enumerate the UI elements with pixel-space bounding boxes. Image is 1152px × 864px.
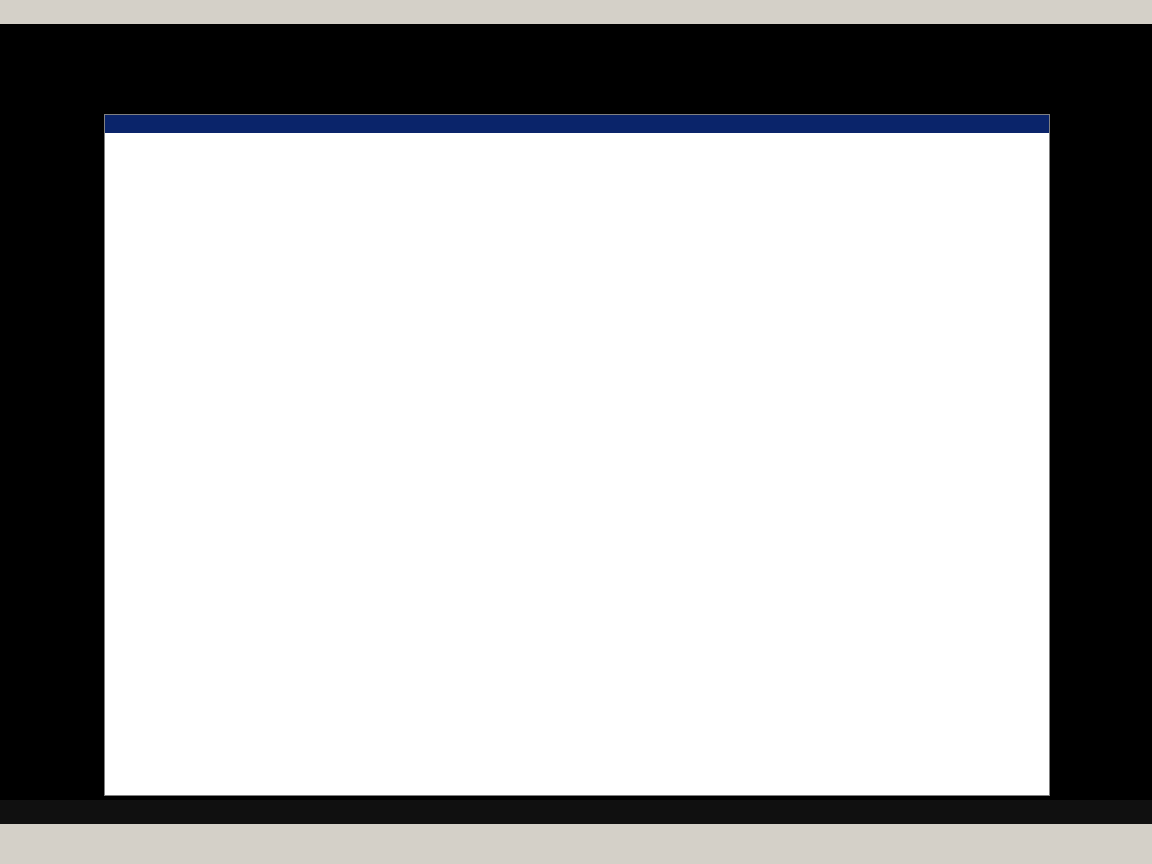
main-area xyxy=(0,24,1152,800)
status-bar xyxy=(0,800,1152,824)
dialog-body xyxy=(105,133,1049,149)
taskbar xyxy=(0,824,1152,864)
dialog-title xyxy=(105,115,1049,133)
dialog-window xyxy=(104,114,1050,796)
menu-bar xyxy=(0,0,1152,24)
